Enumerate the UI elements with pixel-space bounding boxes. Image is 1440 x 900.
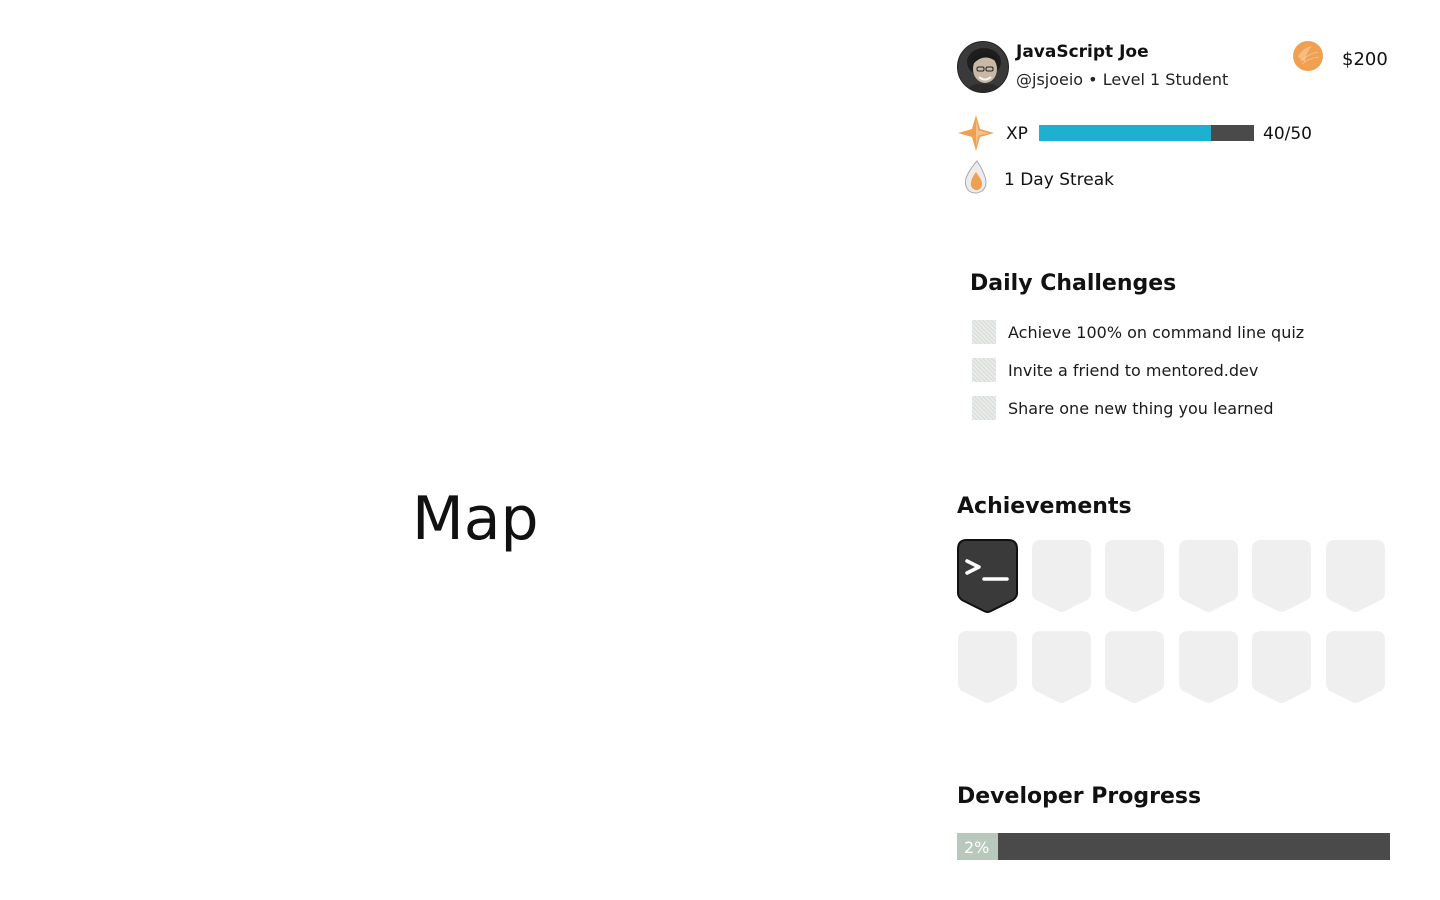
- avatar-portrait-icon: [958, 42, 1008, 92]
- coin-icon: [1293, 41, 1323, 71]
- achievement-badge-locked[interactable]: [1104, 630, 1165, 704]
- challenge-checkbox[interactable]: [972, 396, 996, 420]
- user-name: JavaScript Joe: [1016, 42, 1149, 62]
- achievements-grid: [957, 539, 1387, 704]
- achievement-badge-locked[interactable]: [1325, 539, 1386, 613]
- sparkle-star-icon: [958, 115, 994, 151]
- achievements-title: Achievements: [957, 494, 1132, 519]
- challenge-item: Share one new thing you learned: [972, 389, 1304, 427]
- sidebar: JavaScript Joe @jsjoeio • Level 1 Studen…: [957, 0, 1397, 900]
- achievement-badge-locked[interactable]: [1104, 539, 1165, 613]
- achievement-badge-locked[interactable]: [1251, 539, 1312, 613]
- challenge-item: Invite a friend to mentored.dev: [972, 351, 1304, 389]
- challenge-label: Share one new thing you learned: [1008, 398, 1274, 418]
- avatar[interactable]: [957, 41, 1009, 93]
- achievement-badge-locked[interactable]: [1178, 539, 1239, 613]
- xp-progress-fill: [1039, 125, 1211, 141]
- xp-label: XP: [1006, 124, 1028, 144]
- developer-progress-title: Developer Progress: [957, 784, 1202, 809]
- achievement-badge-locked[interactable]: [957, 630, 1018, 704]
- developer-progress-bar: 2%: [957, 833, 1390, 860]
- challenge-item: Achieve 100% on command line quiz: [972, 313, 1304, 351]
- achievement-badge-locked[interactable]: [1251, 630, 1312, 704]
- challenge-label: Invite a friend to mentored.dev: [1008, 360, 1259, 380]
- achievement-badge-locked[interactable]: [1031, 539, 1092, 613]
- map-area[interactable]: Map: [0, 0, 940, 900]
- flame-icon: [964, 160, 987, 194]
- achievement-badge-locked[interactable]: [1178, 630, 1239, 704]
- xp-count: 40/50: [1263, 124, 1312, 144]
- achievement-badge-unlocked[interactable]: [957, 539, 1018, 613]
- achievement-badge-locked[interactable]: [1031, 630, 1092, 704]
- user-handle-level: @jsjoeio • Level 1 Student: [1016, 70, 1229, 89]
- challenge-label: Achieve 100% on command line quiz: [1008, 322, 1305, 342]
- developer-progress-percent: 2%: [964, 838, 990, 857]
- achievement-badge-locked[interactable]: [1325, 630, 1386, 704]
- challenge-checkbox[interactable]: [972, 320, 996, 344]
- coin-balance: $200: [1342, 49, 1388, 70]
- app-page: Map JavaScript Joe @jsjoeio • Level 1 St…: [0, 0, 1440, 900]
- daily-challenges-list: Achieve 100% on command line quiz Invite…: [972, 313, 1304, 427]
- daily-challenges-title: Daily Challenges: [970, 271, 1177, 296]
- map-title: Map: [412, 484, 539, 554]
- challenge-checkbox[interactable]: [972, 358, 996, 382]
- xp-progress-bar: [1039, 125, 1254, 141]
- streak-label: 1 Day Streak: [1004, 170, 1114, 190]
